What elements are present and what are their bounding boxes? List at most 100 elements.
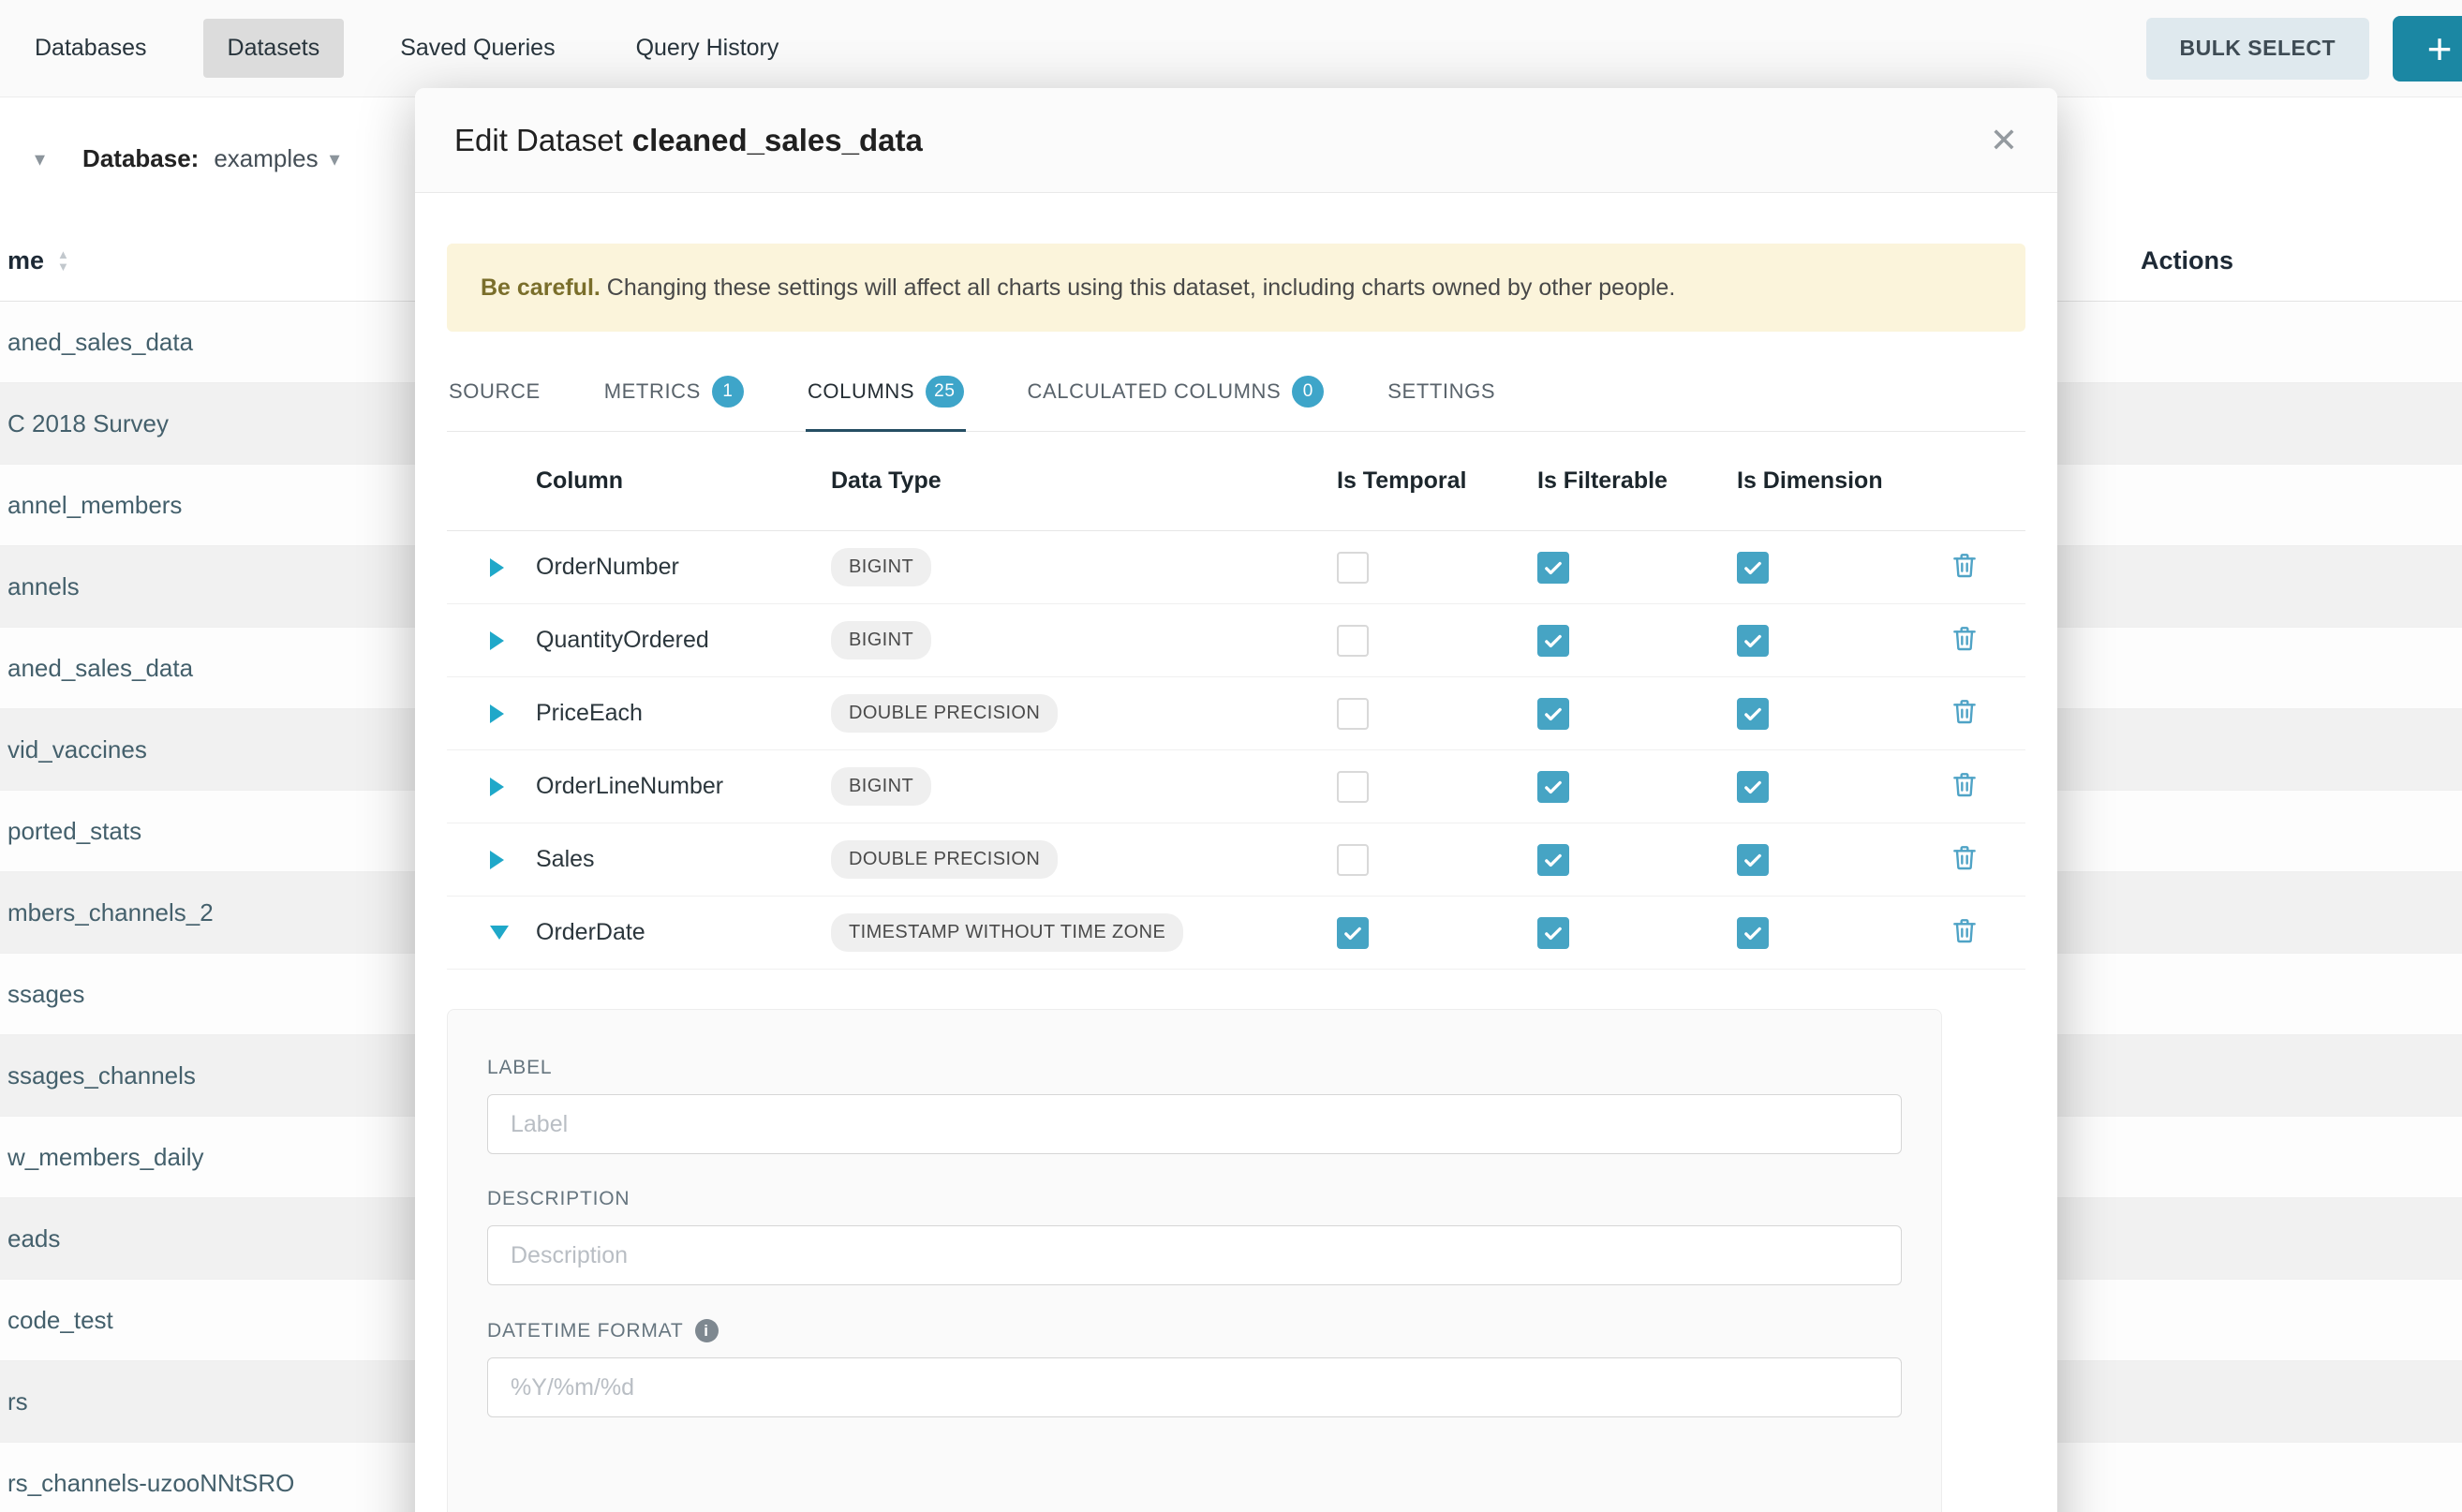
is-temporal-checkbox[interactable] <box>1337 917 1369 949</box>
dataset-name-link[interactable]: rs_channels-uzooNNtSRO <box>7 1469 294 1498</box>
database-filter-select[interactable]: examples ▾ <box>214 144 339 173</box>
is-filterable-checkbox[interactable] <box>1537 698 1569 730</box>
label-field-label: LABEL <box>487 1057 1902 1079</box>
column-detail-panel: LABEL DESCRIPTION DATETIME FORMAT i <box>447 1009 1942 1512</box>
modal-header: Edit Dataset cleaned_sales_data ✕ <box>415 88 2057 193</box>
description-input[interactable] <box>487 1225 1902 1285</box>
add-dataset-button[interactable]: + <box>2393 16 2462 82</box>
is-filterable-checkbox[interactable] <box>1537 917 1569 949</box>
tab-label: SOURCE <box>449 379 541 404</box>
is-dimension-checkbox[interactable] <box>1737 917 1769 949</box>
column-row: PriceEachDOUBLE PRECISION <box>447 677 2025 750</box>
edit-dataset-modal: Edit Dataset cleaned_sales_data ✕ Be car… <box>415 88 2057 1512</box>
column-row: OrderLineNumberBIGINT <box>447 750 2025 823</box>
is-temporal-checkbox[interactable] <box>1337 625 1369 657</box>
column-name: PriceEach <box>536 700 831 727</box>
delete-column-icon[interactable] <box>1950 769 1980 799</box>
is-dimension-checkbox[interactable] <box>1737 771 1769 803</box>
name-column-header: me <box>7 246 44 275</box>
header-data-type: Data Type <box>831 467 1337 495</box>
dataset-name-link[interactable]: annel_members <box>7 491 182 520</box>
dataset-name-link[interactable]: vid_vaccines <box>7 735 147 764</box>
sort-control[interactable]: ▲ ▼ <box>57 249 69 273</box>
database-filter-label: Database: <box>82 144 199 173</box>
nav-item-datasets[interactable]: Datasets <box>203 19 345 78</box>
is-filterable-checkbox[interactable] <box>1537 771 1569 803</box>
datetime-format-label-text: DATETIME FORMAT <box>487 1320 684 1342</box>
delete-column-icon[interactable] <box>1950 550 1980 580</box>
warning-text: Changing these settings will affect all … <box>601 274 1675 301</box>
datetime-format-input[interactable] <box>487 1357 1902 1417</box>
header-is-temporal: Is Temporal <box>1337 467 1537 495</box>
expand-caret-icon[interactable] <box>490 631 504 650</box>
label-input[interactable] <box>487 1094 1902 1154</box>
tab-settings[interactable]: SETTINGS <box>1386 354 1497 432</box>
tab-columns[interactable]: COLUMNS25 <box>806 354 966 432</box>
dataset-name-link[interactable]: annels <box>7 572 80 601</box>
tab-label: SETTINGS <box>1387 379 1495 404</box>
dataset-name-link[interactable]: C 2018 Survey <box>7 409 169 438</box>
delete-column-icon[interactable] <box>1950 623 1980 653</box>
is-temporal-checkbox[interactable] <box>1337 844 1369 876</box>
data-type-pill: BIGINT <box>831 767 931 806</box>
data-type-pill: DOUBLE PRECISION <box>831 694 1058 733</box>
bulk-select-button[interactable]: BULK SELECT <box>2146 18 2370 80</box>
nav-item-saved-queries[interactable]: Saved Queries <box>376 19 579 78</box>
is-filterable-checkbox[interactable] <box>1537 552 1569 584</box>
nav-item-query-history[interactable]: Query History <box>612 19 804 78</box>
column-name: OrderDate <box>536 919 831 946</box>
expand-caret-icon[interactable] <box>490 851 504 869</box>
is-temporal-checkbox[interactable] <box>1337 771 1369 803</box>
dataset-name-link[interactable]: aned_sales_data <box>7 328 193 357</box>
column-row: SalesDOUBLE PRECISION <box>447 823 2025 897</box>
modal-title-dataset-name: cleaned_sales_data <box>632 123 923 158</box>
delete-column-icon[interactable] <box>1950 696 1980 726</box>
dataset-name-link[interactable]: mbers_channels_2 <box>7 898 214 927</box>
is-filterable-checkbox[interactable] <box>1537 844 1569 876</box>
expand-caret-icon[interactable] <box>490 558 504 577</box>
data-type-pill: BIGINT <box>831 548 931 586</box>
tab-label: METRICS <box>604 379 701 404</box>
column-row: QuantityOrderedBIGINT <box>447 604 2025 677</box>
is-temporal-checkbox[interactable] <box>1337 552 1369 584</box>
tab-label: CALCULATED COLUMNS <box>1028 379 1282 404</box>
column-row: OrderDateTIMESTAMP WITHOUT TIME ZONE <box>447 897 2025 970</box>
columns-table-body: OrderNumberBIGINTQuantityOrderedBIGINTPr… <box>447 531 2025 970</box>
is-dimension-checkbox[interactable] <box>1737 844 1769 876</box>
dataset-name-link[interactable]: rs <box>7 1387 28 1416</box>
dataset-name-link[interactable]: ssages_channels <box>7 1061 196 1090</box>
datetime-format-field-label: DATETIME FORMAT i <box>487 1319 1902 1342</box>
info-icon[interactable]: i <box>695 1319 719 1342</box>
modal-body: Be careful. Changing these settings will… <box>415 244 2057 1512</box>
truncated-filter-caret-icon[interactable]: ▾ <box>35 147 45 171</box>
dataset-name-link[interactable]: eads <box>7 1224 60 1253</box>
dataset-name-link[interactable]: aned_sales_data <box>7 654 193 683</box>
delete-column-icon[interactable] <box>1950 842 1980 872</box>
top-nav-bar: Databases Datasets Saved Queries Query Hist… <box>0 0 2462 97</box>
is-filterable-checkbox[interactable] <box>1537 625 1569 657</box>
dataset-name-link[interactable]: ssages <box>7 980 84 1009</box>
is-dimension-checkbox[interactable] <box>1737 698 1769 730</box>
tab-source[interactable]: SOURCE <box>447 354 542 432</box>
expand-caret-icon[interactable] <box>490 778 504 796</box>
dataset-name-link[interactable]: w_members_daily <box>7 1143 204 1172</box>
expand-caret-icon[interactable] <box>490 704 504 723</box>
plus-icon: + <box>2427 23 2453 74</box>
tab-count-badge: 1 <box>712 376 744 408</box>
dataset-name-link[interactable]: code_test <box>7 1306 113 1335</box>
delete-column-icon[interactable] <box>1950 915 1980 945</box>
warning-banner: Be careful. Changing these settings will… <box>447 244 2025 332</box>
close-icon[interactable]: ✕ <box>1990 124 2018 157</box>
data-type-pill: DOUBLE PRECISION <box>831 840 1058 879</box>
warning-message: Be careful. Changing these settings will… <box>481 272 1675 304</box>
collapse-caret-icon[interactable] <box>490 926 509 940</box>
columns-table-header: Column Data Type Is Temporal Is Filterab… <box>447 432 2025 531</box>
is-temporal-checkbox[interactable] <box>1337 698 1369 730</box>
actions-column-header: Actions <box>2141 246 2233 275</box>
tab-calculated-columns[interactable]: CALCULATED COLUMNS0 <box>1026 354 1327 432</box>
is-dimension-checkbox[interactable] <box>1737 552 1769 584</box>
dataset-name-link[interactable]: ported_stats <box>7 817 141 846</box>
nav-item-databases[interactable]: Databases <box>10 19 171 78</box>
tab-metrics[interactable]: METRICS 1 <box>602 354 746 432</box>
is-dimension-checkbox[interactable] <box>1737 625 1769 657</box>
